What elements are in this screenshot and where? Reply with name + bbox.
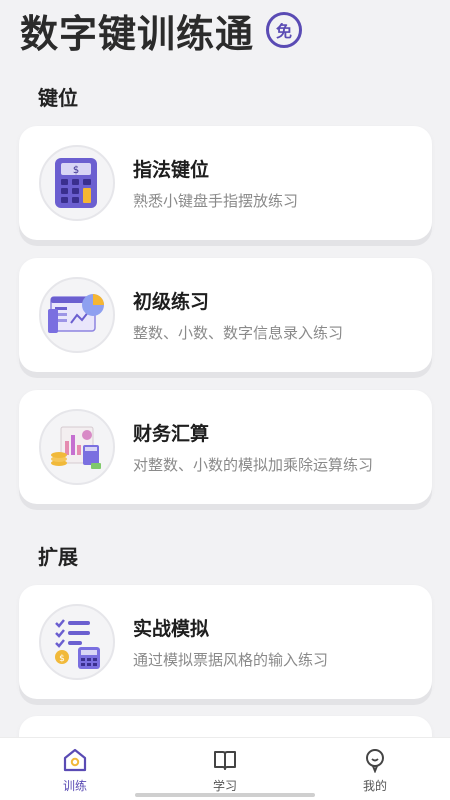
card-practical-simulation[interactable]: $ 实战模拟 通过模拟票据风格的输入练习 — [19, 585, 432, 699]
book-icon — [214, 751, 236, 770]
bottom-tab-bar: 训练 学习 我的 — [0, 737, 450, 800]
tab-study[interactable]: 学习 — [150, 738, 300, 800]
calculator-icon: $ — [39, 145, 115, 221]
svg-text:$: $ — [59, 654, 65, 664]
section-title-extension: 扩展 — [38, 545, 78, 569]
card-finance-calculation[interactable]: 财务汇算 对整数、小数的模拟加乘除运算练习 — [19, 390, 432, 504]
free-badge: 免 — [266, 12, 303, 48]
card-fingering-keys[interactable]: $ 指法键位 熟悉小键盘手指摆放练习 — [19, 126, 432, 240]
tab-label: 学习 — [212, 779, 237, 793]
card-title: 财务汇算 — [133, 423, 210, 445]
tab-mine[interactable]: 我的 — [300, 738, 450, 800]
home-icon — [63, 748, 87, 772]
finance-coins-icon — [39, 409, 115, 485]
card-title: 实战模拟 — [133, 618, 210, 640]
card-title: 指法键位 — [133, 159, 210, 181]
checklist-calculator-icon: $ — [39, 604, 115, 680]
chart-dashboard-icon — [39, 277, 115, 353]
header: 数字键训练通 免 — [20, 4, 303, 56]
svg-text:$: $ — [73, 165, 79, 176]
home-indicator — [135, 793, 315, 797]
card-title: 初级练习 — [133, 291, 210, 313]
card-subtitle: 熟悉小键盘手指摆放练习 — [133, 192, 299, 210]
card-subtitle: 对整数、小数的模拟加乘除运算练习 — [133, 456, 374, 474]
card-subtitle: 整数、小数、数字信息录入练习 — [133, 324, 344, 342]
section-title-keys: 键位 — [38, 86, 78, 110]
tab-label: 训练 — [62, 779, 87, 793]
card-subtitle: 通过模拟票据风格的输入练习 — [133, 651, 329, 669]
profile-icon — [366, 749, 384, 773]
app-title: 数字键训练通 — [20, 11, 255, 56]
tab-label: 我的 — [362, 779, 387, 793]
tab-training[interactable]: 训练 — [0, 738, 150, 800]
card-beginner-practice[interactable]: 初级练习 整数、小数、数字信息录入练习 — [19, 258, 432, 372]
